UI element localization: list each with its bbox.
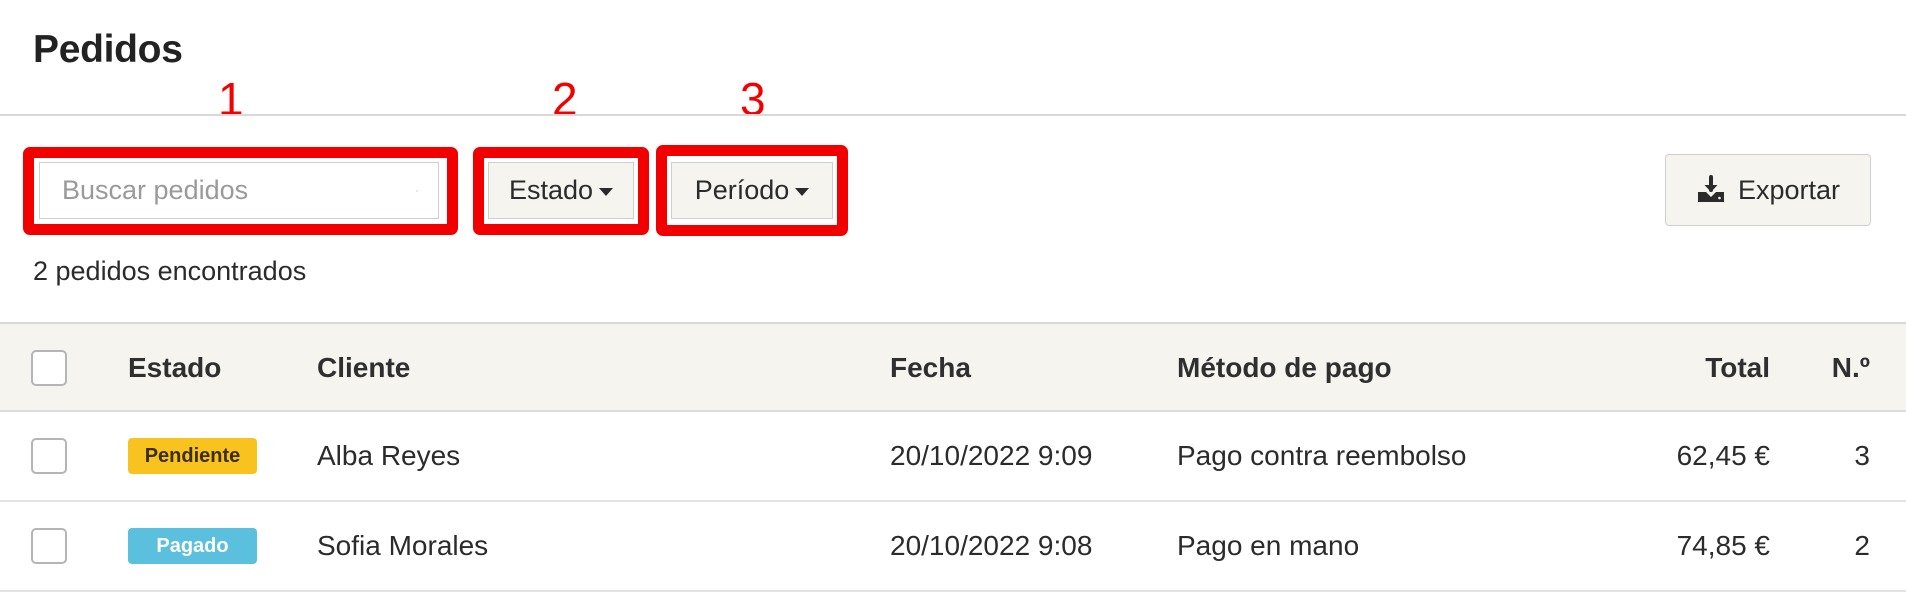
payment-method-cell: Pago en mano: [1177, 530, 1360, 561]
total-cell: 74,85 €: [1676, 530, 1770, 561]
status-cell: Pagado: [128, 502, 257, 590]
export-label: Exportar: [1737, 174, 1841, 205]
status-cell: Pendiente: [128, 412, 257, 500]
select-all-cell: [31, 324, 67, 412]
payment-method-cell: Pago contra reembolso: [1177, 440, 1467, 471]
column-header-status[interactable]: Estado: [128, 324, 221, 412]
column-header-date[interactable]: Fecha: [890, 324, 971, 412]
result-count: 2 pedidos encontrados: [33, 256, 307, 286]
column-header-customer[interactable]: Cliente: [317, 324, 410, 412]
order-number-cell: 3: [1854, 440, 1870, 471]
orders-table: Estado Cliente Fecha Método de pago Tota…: [0, 322, 1906, 592]
date-cell: 20/10/2022 9:09: [890, 440, 1093, 471]
table-header-row: Estado Cliente Fecha Método de pago Tota…: [0, 322, 1906, 412]
search-box[interactable]: [39, 162, 439, 219]
orders-page: Pedidos 1 2 3 Estado Período Exportar 2 …: [0, 0, 1906, 610]
period-filter-label: Período: [694, 175, 790, 205]
column-header-number[interactable]: N.º: [1790, 324, 1870, 412]
order-number-cell: 2: [1854, 530, 1870, 561]
status-filter-label: Estado: [508, 175, 594, 205]
row-select-cell: [31, 502, 67, 590]
search-input[interactable]: [62, 175, 416, 206]
table-row[interactable]: Pagado Sofia Morales 20/10/2022 9:08 Pag…: [0, 502, 1906, 592]
header-divider: [0, 114, 1906, 116]
caret-down-icon: [795, 187, 810, 196]
row-checkbox[interactable]: [31, 438, 67, 474]
period-filter-dropdown[interactable]: Período: [671, 162, 833, 219]
date-cell: 20/10/2022 9:08: [890, 530, 1093, 561]
total-cell: 62,45 €: [1676, 440, 1770, 471]
column-header-payment-method[interactable]: Método de pago: [1177, 324, 1392, 412]
export-button[interactable]: Exportar: [1665, 154, 1871, 226]
download-icon: [1697, 175, 1724, 202]
status-badge: Pendiente: [128, 438, 257, 474]
column-header-total[interactable]: Total: [1600, 324, 1770, 412]
status-badge: Pagado: [128, 528, 257, 564]
table-row[interactable]: Pendiente Alba Reyes 20/10/2022 9:09 Pag…: [0, 412, 1906, 502]
customer-cell: Sofia Morales: [317, 530, 489, 561]
select-all-checkbox[interactable]: [31, 350, 67, 386]
status-filter-dropdown[interactable]: Estado: [488, 162, 634, 219]
search-icon[interactable]: [416, 176, 418, 206]
caret-down-icon: [599, 187, 614, 196]
row-checkbox[interactable]: [31, 528, 67, 564]
page-title: Pedidos: [33, 28, 183, 71]
customer-cell: Alba Reyes: [317, 440, 461, 471]
row-select-cell: [31, 412, 67, 500]
